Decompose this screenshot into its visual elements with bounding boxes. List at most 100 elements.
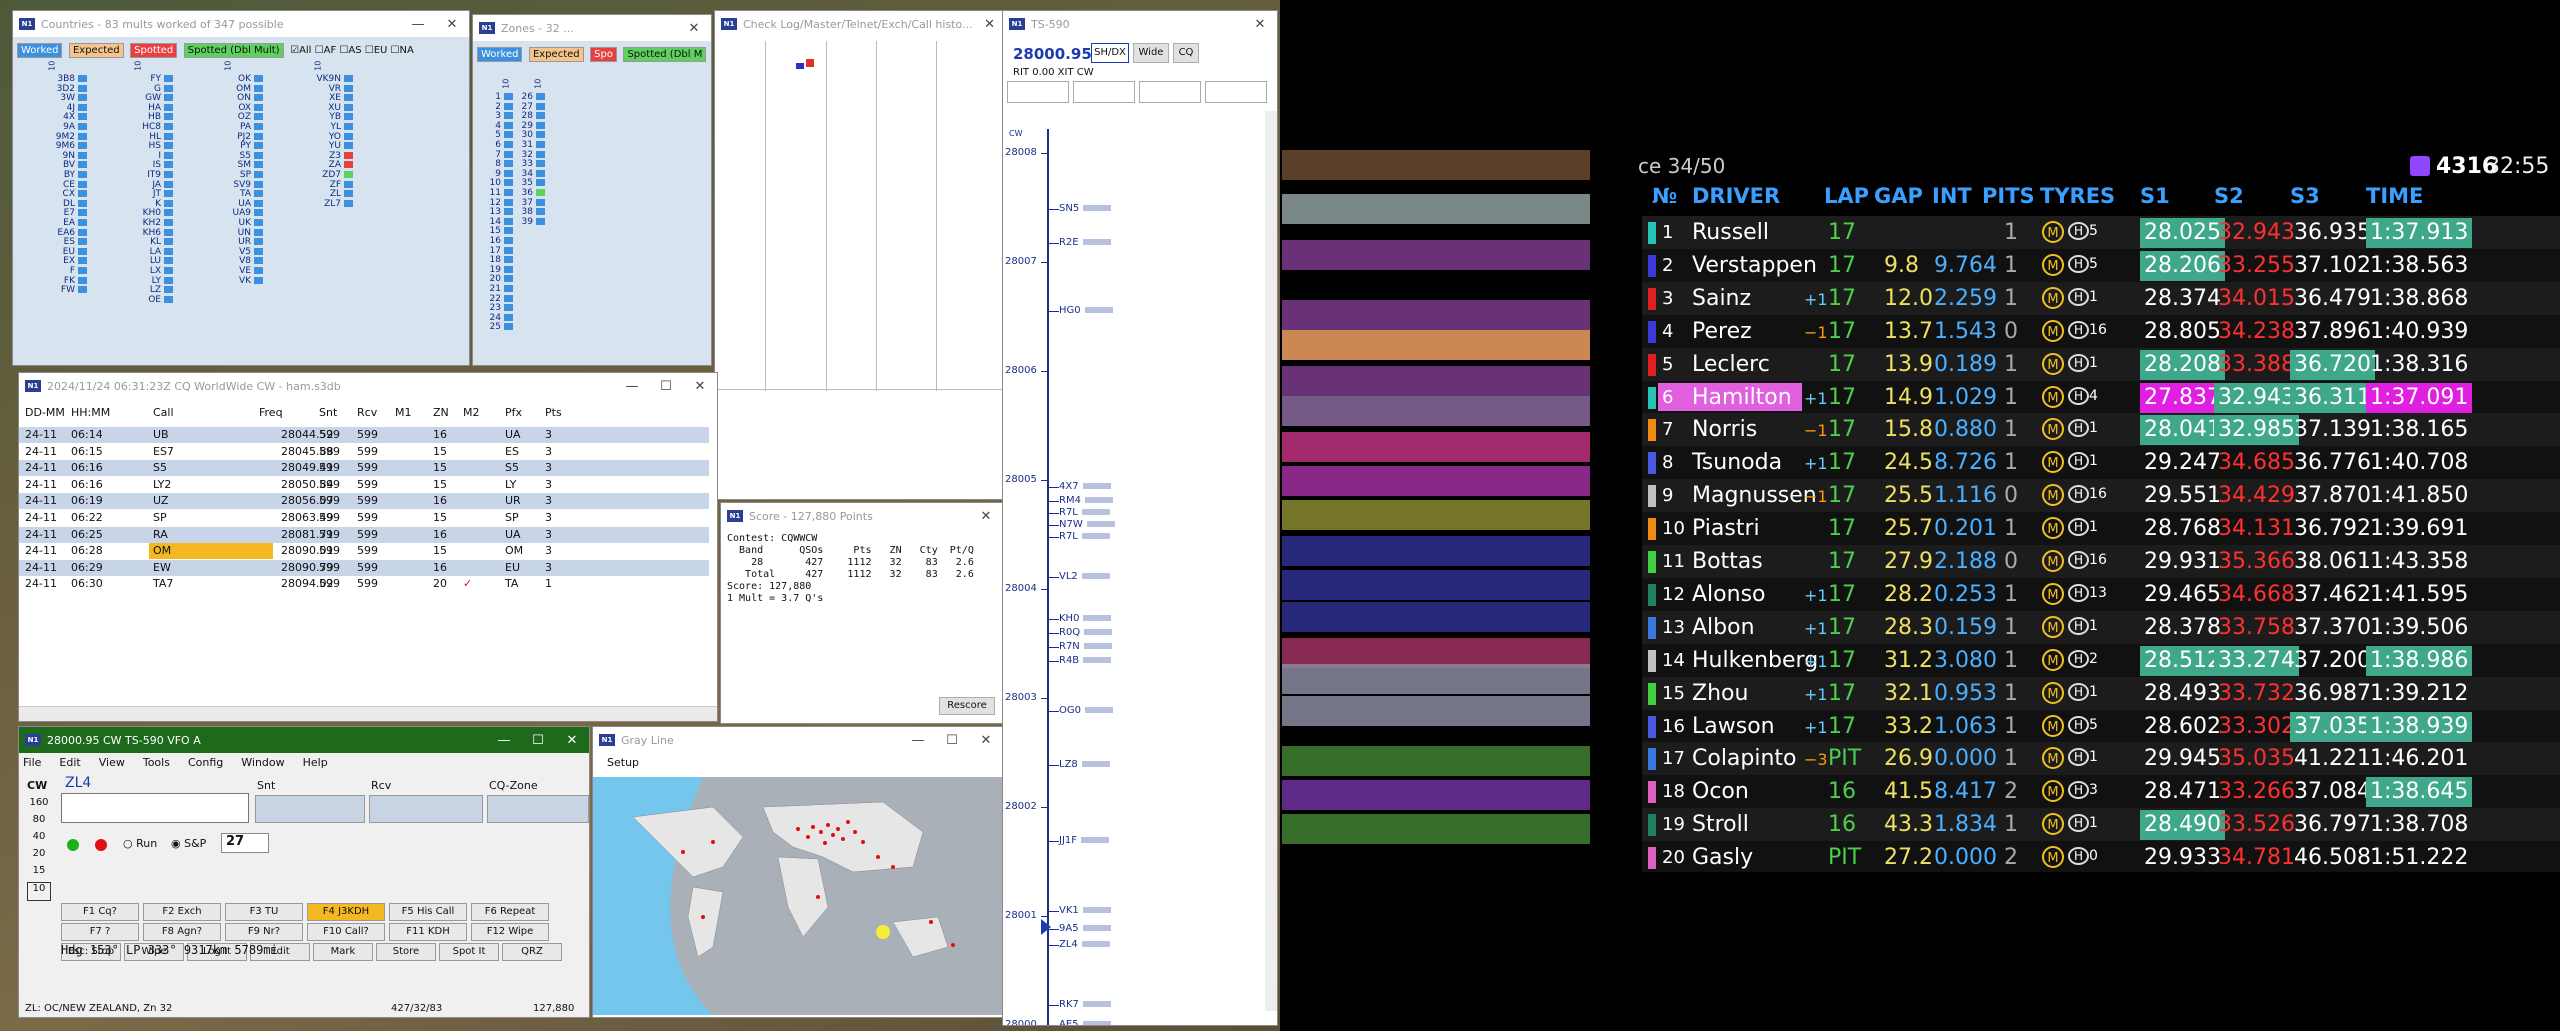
menu-config[interactable]: Config <box>188 756 223 769</box>
wide-button[interactable]: Wide <box>1133 43 1169 63</box>
close-icon[interactable]: ✕ <box>435 17 469 32</box>
spot-entry[interactable]: OG0 <box>1059 705 1113 716</box>
grayline-setup-menu[interactable]: Setup <box>593 753 1003 772</box>
minimize-icon[interactable]: — <box>487 733 521 748</box>
rescore-button[interactable]: Rescore <box>939 697 995 715</box>
spot-entry[interactable]: RK7 <box>1059 999 1111 1010</box>
log-window[interactable]: N1 2024/11/24 06:31:23Z CQ WorldWide CW -… <box>18 372 718 722</box>
checklog-titlebar[interactable]: N1 Check Log/Master/Telnet/Exch/Call hist… <box>715 11 1003 37</box>
spot-entry[interactable]: R4B <box>1059 655 1112 666</box>
entry-window[interactable]: N1 28000.95 CW TS-590 VFO A — ☐ ✕ File Edit Vi… <box>18 726 590 1018</box>
band-button[interactable]: 10 <box>27 882 51 901</box>
band-button[interactable]: 80 <box>27 814 51 831</box>
spot-entry[interactable]: VL2 <box>1059 571 1110 582</box>
spot-entry[interactable]: JJ1F <box>1059 835 1110 846</box>
close-icon[interactable]: ✕ <box>969 509 1003 524</box>
snt-input[interactable] <box>255 795 365 823</box>
log-row[interactable]: 24-11 06:16 S5 28049.41 599 599 15 S5 3 <box>19 460 709 477</box>
function-key-button[interactable]: QRZ <box>502 943 562 961</box>
log-row[interactable]: 24-11 06:28 OM 28090.01 599 599 15 OM 3 <box>19 543 709 560</box>
run-radio[interactable]: ○ Run <box>123 837 157 850</box>
function-key-button[interactable]: F12 Wipe <box>471 923 549 941</box>
column-header[interactable]: Pfx <box>505 406 522 419</box>
function-key-button[interactable]: F8 Agn? <box>143 923 221 941</box>
menu-window[interactable]: Window <box>241 756 284 769</box>
zones-window[interactable]: N1 Zones - 32 ... ✕ Worked Expected Spo Sp… <box>472 14 712 366</box>
close-icon[interactable]: ✕ <box>683 379 717 394</box>
spot-entry[interactable]: LZ8 <box>1059 759 1110 770</box>
bandmap-window[interactable]: N1 TS-590 ✕ 28000.95 SH/DX Wide CQ RIT 0.0… <box>1002 10 1278 1026</box>
close-icon[interactable]: ✕ <box>973 17 1003 32</box>
log-row[interactable]: 24-11 06:22 SP 28063.49 599 599 15 SP 3 <box>19 510 709 526</box>
grayline-titlebar[interactable]: N1 Gray Line — ☐ ✕ <box>593 727 1003 753</box>
spot-entry[interactable]: 9A5 <box>1059 923 1111 934</box>
column-header[interactable]: DD-MM <box>25 406 65 419</box>
function-key-button[interactable]: F11 KDH <box>389 923 467 941</box>
spot-entry[interactable]: R2E <box>1059 237 1111 248</box>
function-key-button[interactable]: F1 Cq? <box>61 903 139 921</box>
function-key-button[interactable]: F6 Repeat <box>471 903 549 921</box>
filter-checkboxes[interactable]: ☑All ☐AF ☐AS ☐EU ☐NA <box>290 45 414 56</box>
spot-entry[interactable]: KH0 <box>1059 613 1112 624</box>
score-window[interactable]: N1 Score - 127,880 Points ✕ Contest: CQWWC… <box>720 502 1004 724</box>
spot-entry[interactable]: R7L <box>1059 507 1110 518</box>
function-key-button[interactable]: Store <box>376 943 436 961</box>
log-row[interactable]: 24-11 06:25 RA 28081.71 599 599 16 UA 3 <box>19 526 709 543</box>
spot-entry[interactable]: HG0 <box>1059 305 1113 316</box>
column-header[interactable]: Freq <box>259 406 283 419</box>
bandmap-vscroll[interactable] <box>1265 111 1277 1011</box>
cq-button[interactable]: CQ <box>1173 43 1199 63</box>
cqzone-input[interactable] <box>487 795 589 823</box>
spot-entry[interactable]: AE5 <box>1059 1019 1111 1025</box>
wpm-stepper[interactable]: 27 <box>221 833 269 853</box>
countries-titlebar[interactable]: N1 Countries - 83 mults worked of 347 pos… <box>13 11 469 37</box>
log-row[interactable]: 24-11 06:15 ES7 28045.88 599 599 15 ES 3 <box>19 443 709 460</box>
entry-titlebar[interactable]: N1 28000.95 CW TS-590 VFO A — ☐ ✕ <box>19 727 589 753</box>
function-key-button[interactable]: F5 His Call <box>389 903 467 921</box>
spot-entry[interactable]: N7W <box>1059 519 1115 530</box>
close-icon[interactable]: ✕ <box>1243 17 1277 32</box>
menu-view[interactable]: View <box>99 756 125 769</box>
log-row[interactable]: 24-11 06:30 TA7 28094.02 599 599 20 ✓ TA 1 <box>19 576 709 593</box>
function-key-button[interactable]: F3 TU <box>225 903 303 921</box>
band-button[interactable]: 160 <box>27 797 51 814</box>
spot-entry[interactable]: SN5 <box>1059 203 1112 214</box>
function-key-button[interactable]: F4 J3KDH <box>307 903 385 921</box>
band-button[interactable]: 15 <box>27 865 51 882</box>
column-header[interactable]: Snt <box>319 406 337 419</box>
close-icon[interactable]: ✕ <box>969 733 1003 748</box>
log-hscroll[interactable] <box>19 706 717 721</box>
maximize-icon[interactable]: ☐ <box>649 379 683 394</box>
log-titlebar[interactable]: N1 2024/11/24 06:31:23Z CQ WorldWide CW -… <box>19 373 717 399</box>
score-titlebar[interactable]: N1 Score - 127,880 Points ✕ <box>721 503 1003 529</box>
function-key-button[interactable]: F7 ? <box>61 923 139 941</box>
band-button[interactable]: 40 <box>27 831 51 848</box>
spot-entry[interactable]: R7L <box>1059 531 1110 542</box>
band-button[interactable]: 20 <box>27 848 51 865</box>
column-header[interactable]: Call <box>153 406 174 419</box>
column-header[interactable]: ZN <box>433 406 449 419</box>
column-header[interactable]: Pts <box>545 406 562 419</box>
rcv-input[interactable] <box>369 795 483 823</box>
spot-entry[interactable]: 4X7 <box>1059 481 1111 492</box>
spot-entry[interactable]: ZL4 <box>1059 939 1110 950</box>
minimize-icon[interactable]: — <box>401 17 435 32</box>
column-header[interactable]: M2 <box>463 406 480 419</box>
function-key-button[interactable]: Mark <box>313 943 373 961</box>
countries-window[interactable]: N1 Countries - 83 mults worked of 347 pos… <box>12 10 470 366</box>
log-row[interactable]: 24-11 06:29 EW 28090.79 599 599 16 EU 3 <box>19 559 709 576</box>
close-icon[interactable]: ✕ <box>677 21 711 36</box>
spot-entry[interactable]: R7N <box>1059 641 1112 652</box>
function-key-button[interactable]: Spot It <box>439 943 499 961</box>
maximize-icon[interactable]: ☐ <box>935 733 969 748</box>
shdx-button[interactable]: SH/DX <box>1091 43 1129 63</box>
minimize-icon[interactable]: — <box>615 379 649 394</box>
bandmap-input-row[interactable] <box>1007 81 1269 103</box>
column-header[interactable]: M1 <box>395 406 412 419</box>
menu-file[interactable]: File <box>23 756 41 769</box>
close-icon[interactable]: ✕ <box>555 733 589 748</box>
log-row[interactable]: 24-11 06:14 UB 28044.52 599 599 16 UA 3 <box>19 427 709 443</box>
spot-entry[interactable]: R0Q <box>1059 627 1113 638</box>
log-row[interactable]: 24-11 06:16 LY2 28050.84 599 599 15 LY 3 <box>19 476 709 493</box>
log-row[interactable]: 24-11 06:19 UZ 28056.07 599 599 16 UR 3 <box>19 493 709 510</box>
